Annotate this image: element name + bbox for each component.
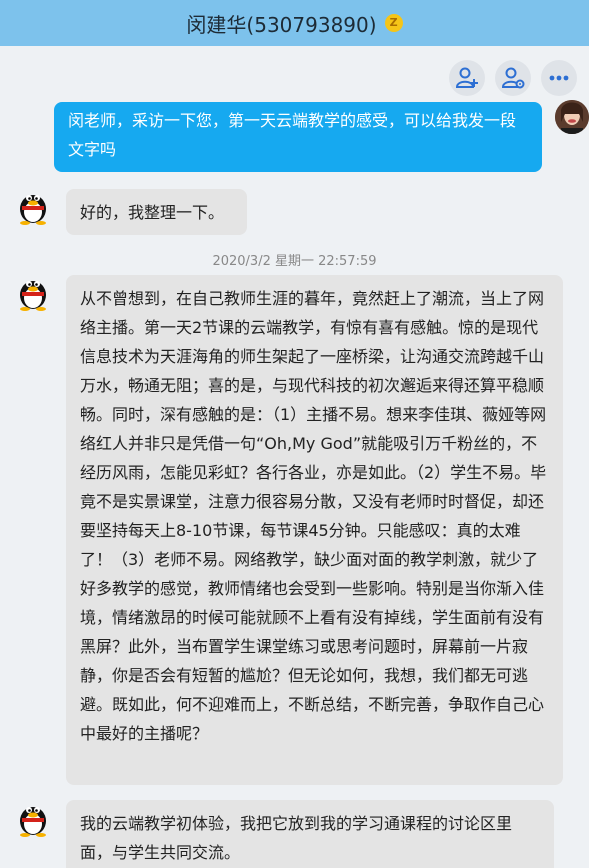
message-text: 闵老师，采访一下您，第一天云端教学的感受，可以给我发一段文字吗	[68, 111, 517, 159]
contact-avatar[interactable]	[16, 271, 50, 311]
message-text: 我的云端教学初体验，我把它放到我的学习通课程的讨论区里面，与学生共同交流。	[80, 814, 513, 862]
contact-avatar[interactable]	[16, 185, 50, 225]
my-avatar[interactable]	[555, 100, 589, 134]
vip-badge-icon: Z	[384, 14, 403, 32]
incoming-message-bubble[interactable]: 从不曾想到，在自己教师生涯的暮年，竟然赶上了潮流，当上了网络主播。第一天2节课的…	[66, 275, 563, 785]
more-icon	[549, 75, 569, 81]
incoming-message-bubble[interactable]: 我的云端教学初体验，我把它放到我的学习通课程的讨论区里面，与学生共同交流。	[66, 800, 554, 868]
chat-title: 闵建华(530793890)	[186, 12, 377, 37]
contact-settings-icon	[501, 67, 525, 89]
message-timestamp: 2020/3/2 星期一 22:57:59	[212, 254, 377, 269]
message-text: 从不曾想到，在自己教师生涯的暮年，竟然赶上了潮流，当上了网络主播。第一天2节课的…	[80, 289, 547, 743]
portrait-image	[555, 100, 589, 134]
outgoing-message-bubble[interactable]: 闵老师，采访一下您，第一天云端教学的感受，可以给我发一段文字吗	[54, 102, 542, 172]
contact-avatar[interactable]	[16, 797, 50, 837]
more-button[interactable]	[541, 60, 577, 96]
penguin-avatar-icon	[20, 807, 46, 837]
incoming-message-bubble[interactable]: 好的，我整理一下。	[66, 189, 247, 235]
message-text: 好的，我整理一下。	[80, 203, 225, 222]
add-friend-icon	[455, 67, 478, 88]
add-friend-button[interactable]	[449, 60, 485, 96]
penguin-avatar-icon	[20, 195, 46, 225]
title-bar: 闵建华(530793890) Z	[0, 0, 589, 46]
chat-actions	[449, 60, 577, 96]
penguin-avatar-icon	[20, 281, 46, 311]
contact-settings-button[interactable]	[495, 60, 531, 96]
